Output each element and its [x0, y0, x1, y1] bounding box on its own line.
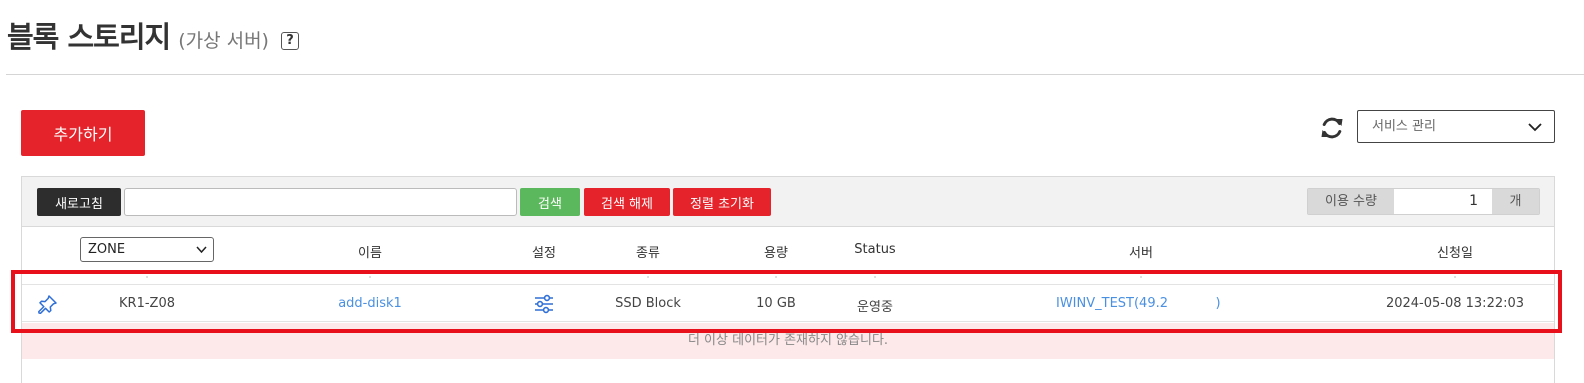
refresh-button[interactable]: 새로고침	[37, 188, 121, 216]
search-button[interactable]: 검색	[520, 188, 580, 216]
column-header-name[interactable]: 이름	[358, 242, 382, 261]
sort-indicator: ·	[646, 273, 650, 282]
row-server-link-end[interactable]: )	[1215, 296, 1220, 311]
help-icon[interactable]: ?	[280, 32, 299, 50]
column-header-status[interactable]: Status	[854, 242, 895, 257]
service-select[interactable]: 서비스 관리	[1357, 110, 1555, 143]
column-header-settings: 설정	[532, 246, 556, 261]
chevron-down-icon	[196, 246, 207, 254]
row-server-link[interactable]: IWINV_TEST(49.2	[1056, 296, 1168, 311]
column-header-type[interactable]: 종류	[636, 242, 660, 261]
zone-filter-value: ZONE	[88, 242, 126, 257]
empty-message: 더 이상 데이터가 존재하지 않습니다.	[22, 323, 1554, 359]
row-date: 2024-05-08 13:22:03	[1385, 296, 1525, 311]
sort-indicator: ·	[368, 273, 372, 282]
sort-indicator: ·	[1453, 273, 1457, 282]
usage-value: 1	[1394, 189, 1492, 214]
clear-search-button[interactable]: 검색 해제	[584, 188, 670, 216]
refresh-icon[interactable]	[1319, 115, 1345, 141]
sort-indicator: ·	[873, 273, 877, 282]
row-name-link[interactable]: add-disk1	[338, 296, 402, 311]
column-header-date[interactable]: 신청일	[1437, 242, 1473, 261]
sort-indicator: ·	[774, 273, 778, 282]
usage-counter: 이용 수량 1 개	[1307, 188, 1540, 215]
sort-indicator: ·	[145, 273, 149, 282]
column-header-server[interactable]: 서버	[1129, 242, 1153, 261]
page-subtitle: (가상 서버)	[178, 30, 269, 52]
row-type: SSD Block	[615, 296, 681, 311]
row-zone: KR1-Z08	[119, 296, 175, 311]
column-header-capacity[interactable]: 용량	[764, 242, 788, 261]
title-divider	[6, 74, 1584, 75]
usage-label: 이용 수량	[1308, 189, 1394, 214]
add-button[interactable]: 추가하기	[21, 110, 145, 156]
usage-unit: 개	[1492, 189, 1539, 214]
pin-icon[interactable]	[38, 294, 58, 314]
row-capacity: 10 GB	[756, 296, 796, 311]
sliders-icon[interactable]	[533, 293, 555, 315]
service-select-value: 서비스 관리	[1372, 119, 1436, 134]
page-title: 블록 스토리지 (가상 서버) ?	[7, 14, 299, 56]
table-header: ZONE 이름 설정 종류 용량 Status 서버 신청일	[22, 228, 1554, 272]
search-input[interactable]	[124, 188, 517, 216]
toolbar: 새로고침 검색 검색 해제 정렬 초기화 이용 수량 1 개	[22, 177, 1554, 227]
storage-panel: 새로고침 검색 검색 해제 정렬 초기화 이용 수량 1 개 ZONE 이름 설…	[21, 176, 1555, 383]
sort-indicators: · · · · · · ·	[22, 273, 1554, 283]
zone-filter-select[interactable]: ZONE	[80, 237, 214, 262]
page-title-main: 블록 스토리지	[7, 20, 171, 54]
chevron-down-icon	[1528, 123, 1542, 132]
reset-sort-button[interactable]: 정렬 초기화	[673, 188, 771, 216]
table-row[interactable]: KR1-Z08 add-disk1 SSD Block 10 GB 운영중 IW…	[22, 284, 1554, 322]
sort-indicator: ·	[1139, 273, 1143, 282]
row-status: 운영중	[857, 300, 893, 315]
